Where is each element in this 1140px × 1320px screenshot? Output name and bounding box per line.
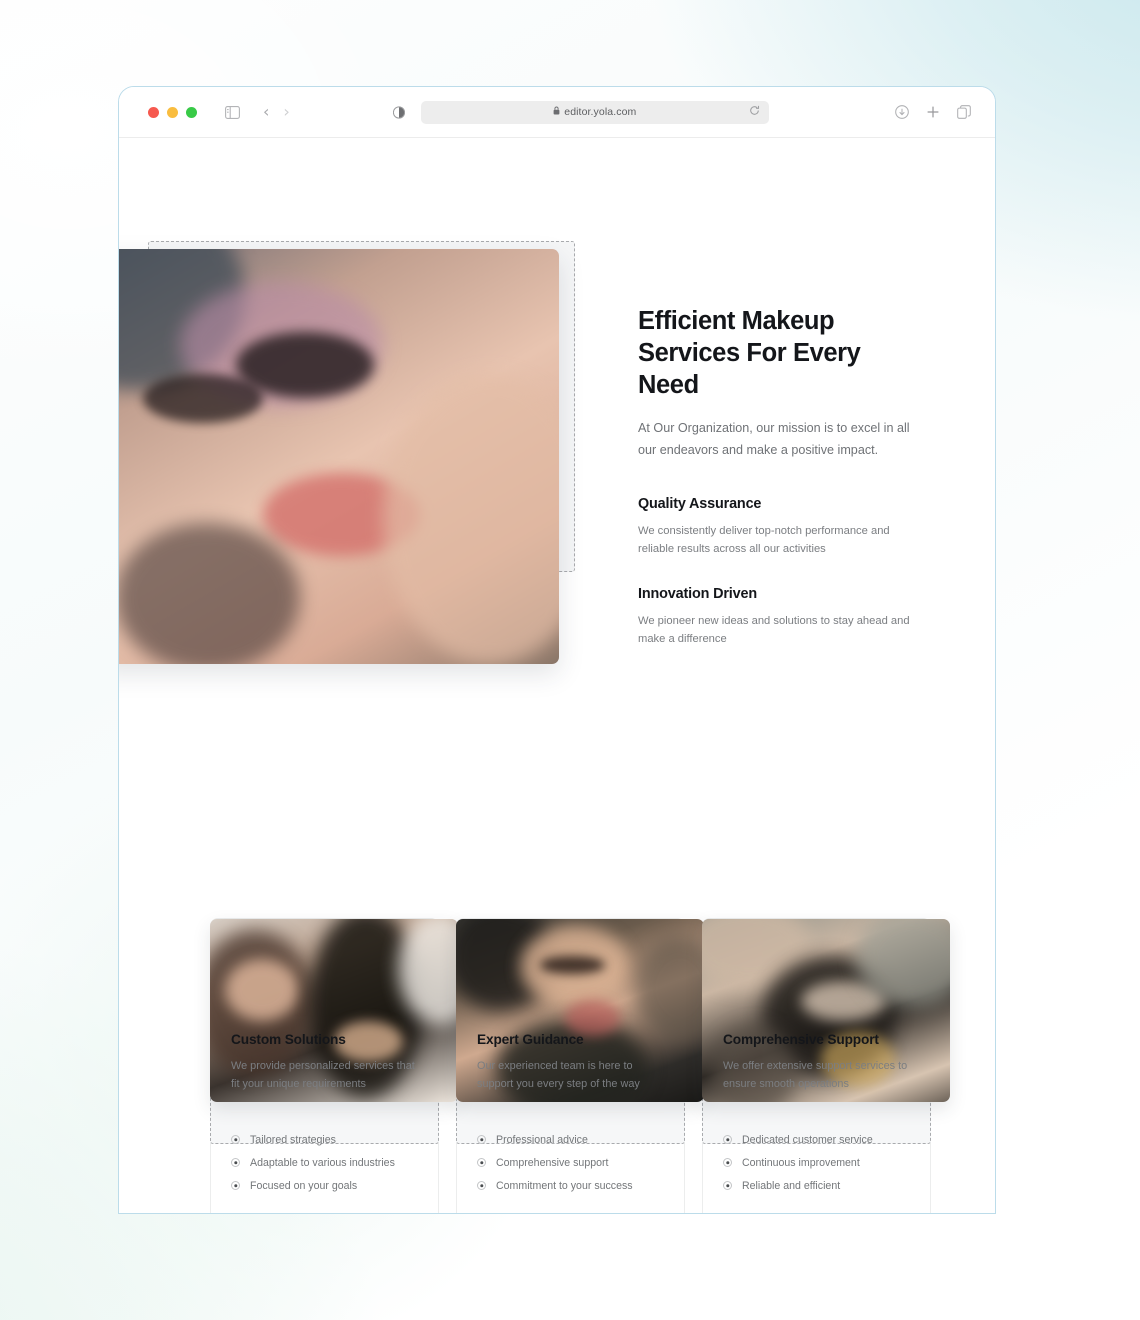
card-body: Comprehensive Support We offer extensive… bbox=[723, 1032, 910, 1213]
reload-icon[interactable] bbox=[749, 103, 760, 121]
window-controls[interactable] bbox=[148, 106, 197, 118]
maximize-window-button[interactable] bbox=[186, 106, 197, 118]
card-bullet-list: Dedicated customer service Continuous im… bbox=[723, 1128, 910, 1197]
tab-overview-icon[interactable] bbox=[957, 105, 971, 119]
bullet-icon bbox=[231, 1181, 240, 1191]
plus-icon[interactable] bbox=[926, 105, 940, 119]
bullet-icon bbox=[231, 1135, 240, 1145]
list-item: Continuous improvement bbox=[723, 1151, 910, 1174]
service-card[interactable]: Comprehensive Support We offer extensive… bbox=[702, 918, 950, 1213]
hero-subtitle: At Our Organization, our mission is to e… bbox=[638, 421, 910, 458]
list-item-label: Reliable and efficient bbox=[742, 1179, 841, 1192]
list-item: Professional advice bbox=[477, 1128, 664, 1151]
toolbar-actions[interactable] bbox=[895, 105, 971, 119]
card-title: Expert Guidance bbox=[477, 1032, 584, 1047]
card-divider bbox=[477, 1112, 664, 1114]
back-button[interactable]: ‹ bbox=[263, 104, 269, 120]
sidebar-toggle-icon[interactable] bbox=[225, 105, 240, 119]
card-divider bbox=[723, 1112, 910, 1114]
feature-body: We consistently deliver top-notch perfor… bbox=[638, 524, 890, 555]
list-item: Tailored strategies bbox=[231, 1128, 418, 1151]
close-window-button[interactable] bbox=[148, 106, 159, 118]
feature-body: We pioneer new ideas and solutions to st… bbox=[638, 615, 910, 646]
list-item-label: Dedicated customer service bbox=[742, 1133, 873, 1146]
card-body: Expert Guidance Our experienced team is … bbox=[477, 1032, 664, 1213]
list-item-label: Tailored strategies bbox=[250, 1133, 336, 1146]
list-item-label: Professional advice bbox=[496, 1133, 588, 1146]
list-item: Dedicated customer service bbox=[723, 1128, 910, 1151]
card-description: Our experienced team is here to support … bbox=[477, 1060, 640, 1091]
list-item-label: Focused on your goals bbox=[250, 1179, 358, 1192]
bullet-icon bbox=[231, 1158, 240, 1168]
feature-quality-assurance: Quality Assurance We consistently delive… bbox=[638, 496, 926, 559]
url-text: editor.yola.com bbox=[564, 106, 637, 118]
lock-icon bbox=[553, 106, 560, 115]
hero-text-block: Efficient Makeup Services For Every Need… bbox=[638, 305, 926, 649]
list-item-label: Commitment to your success bbox=[496, 1179, 633, 1192]
list-item: Comprehensive support bbox=[477, 1151, 664, 1174]
page-title: Efficient Makeup Services For Every Need bbox=[638, 307, 861, 400]
bullet-icon bbox=[723, 1158, 732, 1168]
list-item-label: Comprehensive support bbox=[496, 1156, 609, 1169]
navigation-buttons[interactable]: ‹ › bbox=[263, 104, 290, 120]
url-display: editor.yola.com bbox=[553, 106, 636, 118]
bullet-icon bbox=[477, 1135, 486, 1145]
card-title: Custom Solutions bbox=[231, 1032, 346, 1047]
page-canvas: Efficient Makeup Services For Every Need… bbox=[119, 138, 995, 1213]
card-bullet-list: Tailored strategies Adaptable to various… bbox=[231, 1128, 418, 1197]
list-item: Adaptable to various industries bbox=[231, 1151, 418, 1174]
card-description: We provide personalized services that fi… bbox=[231, 1060, 415, 1091]
card-description: We offer extensive support services to e… bbox=[723, 1060, 908, 1091]
feature-innovation-driven: Innovation Driven We pioneer new ideas a… bbox=[638, 586, 926, 649]
feature-title: Quality Assurance bbox=[638, 495, 762, 512]
card-bullet-list: Professional advice Comprehensive suppor… bbox=[477, 1128, 664, 1197]
card-body: Custom Solutions We provide personalized… bbox=[231, 1032, 418, 1213]
service-card[interactable]: Expert Guidance Our experienced team is … bbox=[456, 918, 704, 1213]
bullet-icon bbox=[477, 1158, 486, 1168]
hero-photo bbox=[119, 249, 559, 664]
list-item-label: Continuous improvement bbox=[742, 1156, 860, 1169]
list-item: Commitment to your success bbox=[477, 1174, 664, 1197]
browser-window: ‹ › editor.yola.com Efficient Makeup Ser… bbox=[118, 86, 996, 1214]
bullet-icon bbox=[723, 1135, 732, 1145]
card-divider bbox=[231, 1112, 418, 1114]
service-card[interactable]: Custom Solutions We provide personalized… bbox=[210, 918, 458, 1213]
bullet-icon bbox=[477, 1181, 486, 1191]
browser-toolbar: ‹ › editor.yola.com bbox=[119, 87, 995, 138]
list-item: Focused on your goals bbox=[231, 1174, 418, 1197]
reader-view-icon[interactable] bbox=[392, 105, 405, 119]
hero-image[interactable] bbox=[119, 249, 559, 664]
card-title: Comprehensive Support bbox=[723, 1032, 879, 1047]
bullet-icon bbox=[723, 1181, 732, 1191]
download-icon[interactable] bbox=[895, 105, 909, 119]
service-cards: Custom Solutions We provide personalized… bbox=[210, 918, 950, 1213]
list-item: Reliable and efficient bbox=[723, 1174, 910, 1197]
feature-title: Innovation Driven bbox=[638, 586, 757, 603]
address-bar[interactable]: editor.yola.com bbox=[420, 100, 769, 124]
list-item-label: Adaptable to various industries bbox=[250, 1156, 395, 1169]
forward-button[interactable]: › bbox=[283, 104, 289, 120]
minimize-window-button[interactable] bbox=[167, 106, 178, 118]
